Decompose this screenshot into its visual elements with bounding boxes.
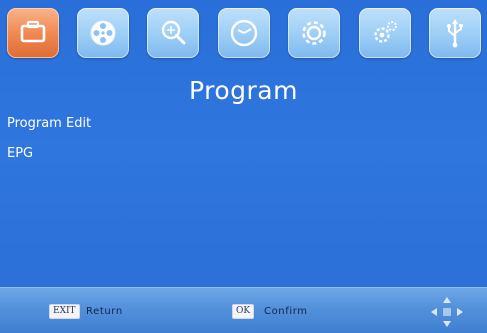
program-icon xyxy=(20,20,46,43)
confirm-hint-label: Confirm xyxy=(264,306,308,317)
tab-usb[interactable] xyxy=(429,8,481,58)
directional-arrows-icon xyxy=(431,297,463,327)
usb-icon xyxy=(447,19,463,48)
exit-key-badge: EXIT xyxy=(50,305,79,318)
search-icon xyxy=(161,20,186,45)
return-hint-label: Return xyxy=(86,306,123,317)
film-reel-icon xyxy=(90,20,116,46)
tab-program[interactable] xyxy=(7,8,59,58)
settings-gear-icon xyxy=(302,21,326,45)
tab-settings[interactable] xyxy=(288,8,340,58)
tab-search[interactable] xyxy=(147,8,199,58)
footer-hint-bar: EXIT Return OK Confirm xyxy=(0,287,487,333)
system-gears-icon xyxy=(374,21,397,43)
menu-item-program-edit[interactable]: Program Edit xyxy=(7,116,91,131)
tab-time[interactable] xyxy=(218,8,270,58)
tab-media[interactable] xyxy=(77,8,129,58)
top-icon-bar xyxy=(7,8,481,60)
tab-system[interactable] xyxy=(359,8,411,58)
page-title: Program xyxy=(189,76,298,105)
menu-item-epg[interactable]: EPG xyxy=(7,146,33,161)
clock-icon xyxy=(230,19,258,47)
program-menu-screen: Program Program Edit EPG EXIT Return OK … xyxy=(0,0,487,333)
ok-key-badge: OK xyxy=(233,305,254,318)
